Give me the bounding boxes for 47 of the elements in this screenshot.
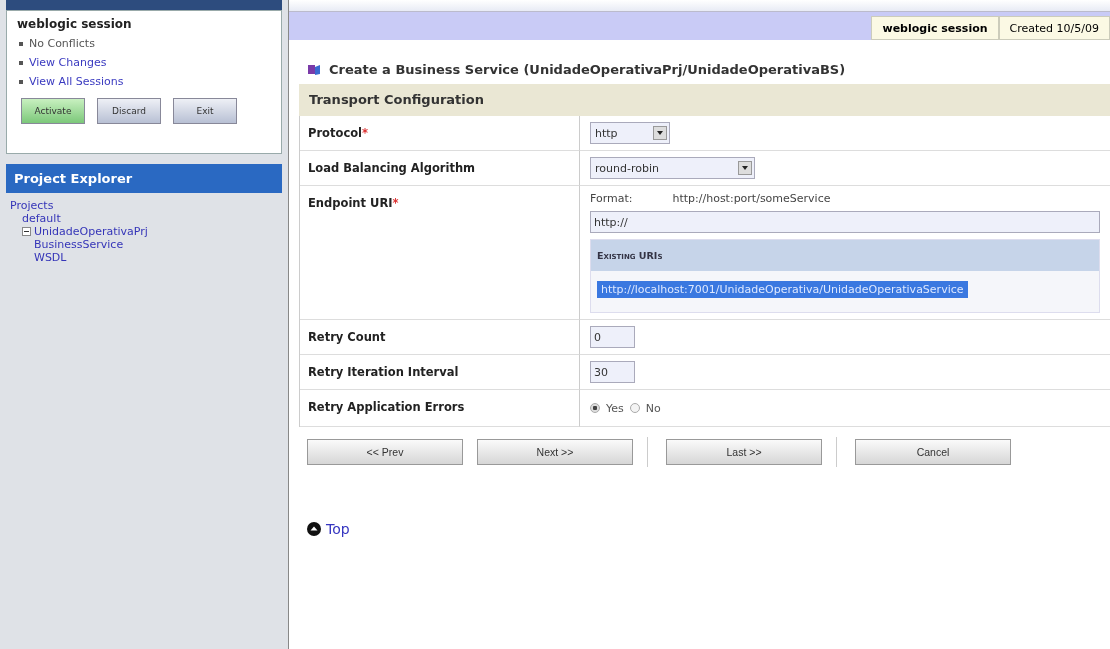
tree-item[interactable]: WSDL — [34, 251, 67, 264]
session-title: weblogic session — [17, 17, 133, 31]
collapse-icon[interactable] — [22, 227, 31, 236]
tree-item[interactable]: UnidadeOperativaPrj — [34, 225, 148, 238]
wizard-button[interactable]: Cancel — [855, 439, 1011, 465]
tree-item[interactable]: Projects — [10, 199, 54, 212]
existing-uris-header: Existing URIs — [591, 240, 1099, 271]
field-label: Load Balancing Algorithm — [300, 151, 580, 186]
field-label: Retry Iteration Interval — [300, 355, 580, 390]
dropdown-icon — [657, 131, 663, 135]
wizard-button[interactable]: Next >> — [477, 439, 633, 465]
required-mark: * — [362, 126, 369, 140]
field-label: Endpoint URI* — [300, 186, 580, 320]
section-header: Transport Configuration — [299, 84, 1110, 116]
page-title: Create a Business Service (UnidadeOperativaPrj/UnidadeOperativaBS) — [329, 61, 846, 77]
radio-button[interactable] — [629, 403, 640, 413]
dropdown-icon — [742, 166, 748, 170]
session-status: No Conflicts — [17, 37, 271, 50]
top-link[interactable]: Top — [307, 521, 1110, 537]
uri-item[interactable]: http://localhost:7001/UnidadeOperativa/UnidadeOperativaService — [597, 281, 968, 298]
radio-button[interactable] — [590, 403, 600, 413]
panel-title: Project Explorer — [6, 164, 282, 193]
tree-item[interactable]: default — [22, 212, 61, 225]
wizard-button[interactable]: << Prev — [307, 439, 463, 465]
service-icon — [307, 62, 321, 76]
radio-label: No — [645, 401, 661, 415]
session-button[interactable]: Discard — [97, 98, 161, 124]
session-button[interactable]: Activate — [21, 98, 85, 124]
field-label: Retry Count — [300, 320, 580, 355]
session-button[interactable]: Exit — [173, 98, 237, 124]
session-name: weblogic session — [871, 16, 999, 40]
format-hint: http://host:port/someService — [672, 192, 831, 205]
session-link[interactable]: View Changes — [17, 56, 271, 69]
select-field[interactable]: http — [590, 122, 670, 144]
select-field[interactable]: round-robin — [590, 157, 755, 179]
uri-field[interactable]: http:// — [590, 211, 1100, 233]
input-field[interactable]: 0 — [590, 326, 635, 348]
tree-item[interactable]: BusinessService — [34, 238, 124, 251]
session-link[interactable]: View All Sessions — [17, 75, 271, 88]
format-label: Format: — [590, 192, 633, 205]
input-field[interactable]: 30 — [590, 361, 635, 383]
field-label: Retry Application Errors — [300, 390, 580, 427]
required-mark: * — [392, 196, 399, 210]
session-created: Created 10/5/09 — [998, 16, 1110, 40]
radio-label: Yes — [606, 401, 624, 415]
field-label: Protocol* — [300, 116, 580, 151]
wizard-button[interactable]: Last >> — [666, 439, 822, 465]
